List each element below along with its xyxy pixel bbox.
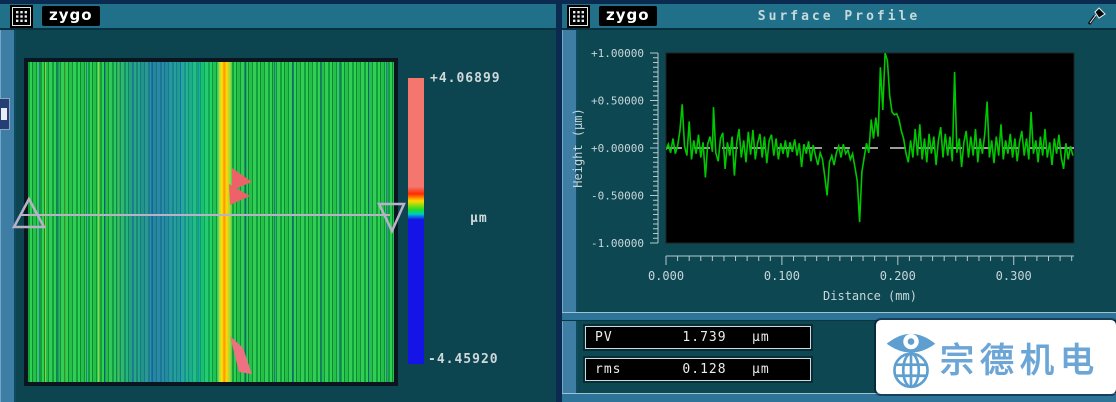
pv-result-box: PV 1.739 μm	[585, 326, 811, 349]
rms-value: 0.128	[657, 362, 752, 377]
colorbar-min-label: -4.45920	[428, 352, 499, 367]
zygo-logo: zygo	[599, 6, 657, 26]
eye-globe-logo-icon	[882, 325, 940, 389]
pushpin-icon[interactable]	[1086, 5, 1108, 31]
surface-map-window: zygo +4.06899 μm -4.45920	[0, 0, 556, 402]
svg-text:0.300: 0.300	[996, 269, 1032, 283]
grid-dots-icon	[16, 11, 27, 22]
svg-text:0.200: 0.200	[880, 269, 916, 283]
profile-plot: +1.00000 +0.50000 +0.00000 -0.50000 -1.00000…	[562, 30, 1116, 312]
grid-dots-icon	[573, 11, 584, 22]
svg-text:-1.00000: -1.00000	[591, 237, 644, 250]
svg-text:+1.00000: +1.00000	[591, 47, 644, 60]
rms-label: rms	[586, 362, 657, 377]
svg-text:Height (μm): Height (μm)	[571, 108, 585, 187]
rms-result-box: rms 0.128 μm	[585, 358, 811, 381]
svg-text:+0.50000: +0.50000	[591, 95, 644, 108]
height-colorbar	[408, 78, 424, 364]
window-frame-strip	[0, 30, 16, 402]
colorbar-max-label: +4.06899	[430, 71, 501, 86]
pv-label: PV	[586, 330, 657, 345]
surface-map-body: +4.06899 μm -4.45920	[0, 30, 556, 402]
svg-text:-0.50000: -0.50000	[591, 190, 644, 203]
window-title: Surface Profile	[758, 9, 920, 24]
background-window-icon	[0, 98, 10, 130]
watermark-badge: 宗德机电	[876, 320, 1116, 394]
svg-text:Distance (mm): Distance (mm)	[823, 289, 917, 303]
pv-unit: μm	[752, 330, 810, 345]
pv-value: 1.739	[657, 330, 752, 345]
surface-map-titlebar[interactable]: zygo	[0, 4, 556, 30]
surface-profile-titlebar[interactable]: zygo Surface Profile	[562, 4, 1116, 30]
rms-unit: μm	[752, 362, 810, 377]
watermark-text: 宗德机电	[940, 333, 1100, 382]
svg-text:0.000: 0.000	[648, 269, 684, 283]
svg-text:0.100: 0.100	[764, 269, 800, 283]
svg-text:+0.00000: +0.00000	[591, 142, 644, 155]
window-menu-button[interactable]	[12, 7, 31, 26]
window-bottom-frame	[562, 393, 1116, 402]
colorbar-unit-label: μm	[470, 211, 488, 226]
window-menu-button[interactable]	[569, 7, 588, 26]
zygo-logo: zygo	[42, 6, 100, 26]
surface-map-image	[24, 58, 398, 386]
